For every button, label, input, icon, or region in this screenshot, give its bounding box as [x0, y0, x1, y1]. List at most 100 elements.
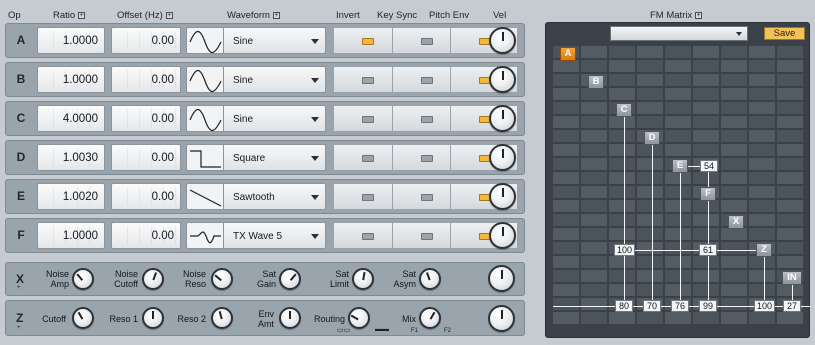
fm-matrix-cell[interactable] [721, 242, 747, 254]
fm-matrix-cell[interactable] [665, 116, 691, 128]
fm-matrix-cell[interactable] [749, 74, 775, 86]
fm-op-c[interactable]: C [616, 103, 632, 117]
fm-matrix-cell[interactable] [637, 186, 663, 198]
fm-matrix-cell[interactable] [637, 102, 663, 114]
waveform-select[interactable]: Sine [223, 105, 326, 132]
fm-matrix-cell[interactable] [665, 172, 691, 184]
fm-value-out-z[interactable]: 100 [754, 300, 775, 312]
fm-matrix-cell[interactable] [693, 60, 719, 72]
fm-matrix-cell[interactable] [721, 172, 747, 184]
fm-matrix-cell[interactable] [777, 284, 803, 296]
fm-matrix-cell[interactable] [777, 144, 803, 156]
z-output-knob[interactable] [488, 305, 515, 332]
fm-matrix-cell[interactable] [553, 158, 579, 170]
fm-matrix-cell[interactable] [777, 74, 803, 86]
fm-matrix-cell[interactable] [777, 46, 803, 58]
fm-matrix-cell[interactable] [749, 60, 775, 72]
env-amt-knob[interactable] [279, 307, 301, 329]
fm-matrix-cell[interactable] [637, 158, 663, 170]
offset-field[interactable]: 0.00 [111, 144, 181, 171]
fm-matrix-cell[interactable] [777, 172, 803, 184]
fm-matrix-cell[interactable] [693, 74, 719, 86]
fm-matrix-cell[interactable] [693, 102, 719, 114]
fm-op-b[interactable]: B [588, 75, 604, 89]
fm-value-out-c[interactable]: 80 [615, 300, 633, 312]
fm-matrix-cell[interactable] [581, 88, 607, 100]
fm-matrix-cell[interactable] [749, 46, 775, 58]
fm-matrix-cell[interactable] [721, 88, 747, 100]
fm-matrix-cell[interactable] [581, 144, 607, 156]
fm-op-in[interactable]: IN [782, 271, 802, 285]
fm-matrix-cell[interactable] [777, 312, 803, 324]
fm-matrix-cell[interactable] [749, 284, 775, 296]
fm-matrix-cell[interactable] [553, 130, 579, 142]
fm-matrix-cell[interactable] [777, 88, 803, 100]
fm-matrix-cell[interactable] [553, 228, 579, 240]
sat-gain-knob[interactable] [279, 268, 301, 290]
fm-matrix-cell[interactable] [637, 242, 663, 254]
fm-matrix-cell[interactable] [553, 270, 579, 282]
fm-matrix-cell[interactable] [581, 46, 607, 58]
ratio-field[interactable]: 1.0020 [37, 183, 105, 210]
fm-matrix-cell[interactable] [777, 200, 803, 212]
fm-matrix-cell[interactable] [749, 256, 775, 268]
invert-toggle[interactable] [333, 105, 401, 132]
fm-matrix-cell[interactable] [693, 130, 719, 142]
fm-matrix-cell[interactable] [609, 130, 635, 142]
fm-matrix-cell[interactable] [749, 144, 775, 156]
fm-matrix-cell[interactable] [749, 270, 775, 282]
fm-matrix-cell[interactable] [665, 46, 691, 58]
fm-value-out-in[interactable]: 27 [783, 300, 801, 312]
fm-matrix-cell[interactable] [581, 60, 607, 72]
fm-matrix-cell[interactable] [749, 186, 775, 198]
fm-matrix-cell[interactable] [553, 116, 579, 128]
fm-matrix-cell[interactable] [637, 88, 663, 100]
fm-value-f-to-z[interactable]: 61 [699, 244, 717, 256]
ratio-field[interactable]: 1.0030 [37, 144, 105, 171]
reso1-knob[interactable] [142, 307, 164, 329]
fm-matrix-cell[interactable] [609, 270, 635, 282]
ratio-field[interactable]: 4.0000 [37, 105, 105, 132]
fm-matrix-cell[interactable] [693, 116, 719, 128]
fm-matrix-cell[interactable] [637, 312, 663, 324]
fm-matrix-cell[interactable] [693, 284, 719, 296]
fm-matrix-cell[interactable] [665, 186, 691, 198]
fm-matrix-cell[interactable] [553, 186, 579, 198]
fm-matrix-cell[interactable] [777, 130, 803, 142]
fm-matrix-cell[interactable] [721, 102, 747, 114]
fm-matrix-cell[interactable] [553, 172, 579, 184]
fm-matrix-cell[interactable] [609, 46, 635, 58]
fm-matrix-cell[interactable] [609, 60, 635, 72]
invert-toggle[interactable] [333, 66, 401, 93]
fm-matrix-cell[interactable] [553, 214, 579, 226]
fm-matrix-cell[interactable] [581, 158, 607, 170]
fm-matrix-cell[interactable] [749, 158, 775, 170]
fm-matrix-cell[interactable] [609, 186, 635, 198]
fm-matrix-cell[interactable] [693, 200, 719, 212]
fm-matrix-cell[interactable] [693, 144, 719, 156]
velocity-knob[interactable] [489, 222, 516, 249]
fm-matrix-cell[interactable] [693, 46, 719, 58]
fm-matrix-cell[interactable] [581, 298, 607, 310]
fm-value-f-to-e[interactable]: 54 [700, 160, 718, 172]
velocity-knob[interactable] [489, 27, 516, 54]
fm-matrix-cell[interactable] [553, 102, 579, 114]
fm-matrix-cell[interactable] [553, 200, 579, 212]
sat-limit-knob[interactable] [352, 268, 374, 290]
waveform-select[interactable]: Square [223, 144, 326, 171]
fm-value-out-d[interactable]: 70 [643, 300, 661, 312]
fm-matrix-cell[interactable] [609, 200, 635, 212]
offset-field[interactable]: 0.00 [111, 222, 181, 249]
fm-matrix-cell[interactable] [581, 172, 607, 184]
velocity-knob[interactable] [489, 66, 516, 93]
waveform-select[interactable]: TX Wave 5 [223, 222, 326, 249]
fm-matrix-cell[interactable] [609, 256, 635, 268]
fm-matrix-cell[interactable] [693, 228, 719, 240]
fm-matrix-cell[interactable] [665, 144, 691, 156]
fm-matrix-cell[interactable] [581, 228, 607, 240]
fm-matrix-cell[interactable] [721, 298, 747, 310]
fm-matrix-cell[interactable] [721, 228, 747, 240]
fm-matrix-cell[interactable] [581, 312, 607, 324]
velocity-knob[interactable] [489, 105, 516, 132]
fm-matrix-cell[interactable] [609, 74, 635, 86]
